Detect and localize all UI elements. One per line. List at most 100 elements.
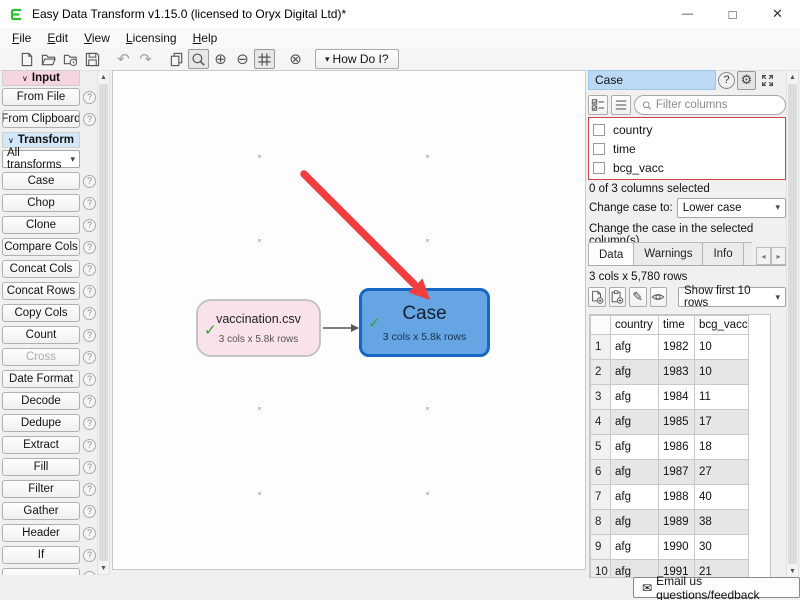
menu-item-licensing[interactable]: Licensing — [118, 29, 185, 47]
data-cell[interactable]: 1987 — [659, 460, 695, 485]
zoom-in-icon[interactable]: ⊕ — [210, 49, 231, 69]
transform-filter-dropdown[interactable]: All transforms ▾ — [2, 150, 80, 168]
pan-zoom-icon[interactable] — [188, 49, 209, 69]
panel-scrollbar[interactable]: ▲ ▼ — [786, 70, 799, 578]
row-number-cell[interactable]: 7 — [591, 485, 611, 510]
data-cell[interactable]: 40 — [695, 485, 749, 510]
data-cell[interactable]: afg — [611, 460, 659, 485]
help-icon[interactable]: ? — [83, 417, 96, 430]
tab-scroll-left-icon[interactable]: ◂ — [756, 247, 771, 265]
help-icon[interactable]: ? — [83, 285, 96, 298]
new-file-icon[interactable] — [16, 49, 37, 69]
data-cell[interactable]: 1990 — [659, 535, 695, 560]
save-icon[interactable] — [82, 49, 103, 69]
column-header-country[interactable]: country — [611, 316, 659, 335]
minimize-icon[interactable]: — — [665, 0, 710, 28]
transform-item-button[interactable]: Chop — [2, 194, 80, 212]
undo-icon[interactable]: ↶ — [113, 49, 134, 69]
data-cell[interactable]: afg — [611, 560, 659, 579]
data-cell[interactable]: afg — [611, 410, 659, 435]
show-rows-dropdown[interactable]: Show first 10 rows ▾ — [678, 287, 786, 307]
help-icon[interactable]: ? — [83, 91, 96, 104]
column-list-item[interactable]: country — [593, 120, 785, 139]
data-cell[interactable]: 1982 — [659, 335, 695, 360]
cancel-icon[interactable]: ⊗ — [285, 49, 306, 69]
open-file-icon[interactable] — [38, 49, 59, 69]
data-cell[interactable]: afg — [611, 485, 659, 510]
filter-columns-input[interactable] — [656, 99, 778, 111]
data-cell[interactable]: 10 — [695, 335, 749, 360]
row-number-cell[interactable]: 2 — [591, 360, 611, 385]
menu-item-help[interactable]: Help — [185, 29, 226, 47]
data-cell[interactable]: afg — [611, 435, 659, 460]
eye-icon[interactable] — [650, 287, 668, 307]
maximize-icon[interactable]: □ — [710, 0, 755, 28]
data-cell[interactable]: 1985 — [659, 410, 695, 435]
help-icon[interactable]: ? — [83, 527, 96, 540]
data-cell[interactable]: 18 — [695, 435, 749, 460]
row-number-cell[interactable]: 8 — [591, 510, 611, 535]
row-number-cell[interactable]: 9 — [591, 535, 611, 560]
list-view-icon[interactable] — [611, 95, 631, 115]
transform-item-button[interactable]: Case — [2, 172, 80, 190]
help-icon[interactable]: ? — [83, 351, 96, 364]
scrollbar-thumb[interactable] — [788, 84, 797, 564]
input-item-button[interactable]: From Clipboard — [2, 110, 80, 128]
transform-item-button[interactable]: Concat Cols — [2, 260, 80, 278]
scroll-up-icon[interactable]: ▲ — [98, 71, 109, 83]
help-icon[interactable]: ? — [83, 395, 96, 408]
data-cell[interactable]: 1984 — [659, 385, 695, 410]
help-icon[interactable]: ? — [718, 72, 735, 89]
select-columns-icon[interactable] — [588, 95, 608, 115]
help-icon[interactable]: ? — [83, 219, 96, 232]
data-cell[interactable]: 1986 — [659, 435, 695, 460]
transform-item-button[interactable]: Concat Rows — [2, 282, 80, 300]
data-cell[interactable]: 10 — [695, 360, 749, 385]
help-icon[interactable]: ? — [83, 307, 96, 320]
transform-item-button[interactable]: Extract — [2, 436, 80, 454]
duplicate-icon[interactable] — [166, 49, 187, 69]
help-icon[interactable]: ? — [83, 329, 96, 342]
column-header-time[interactable]: time — [659, 316, 695, 335]
data-cell[interactable]: 17 — [695, 410, 749, 435]
export-file-icon[interactable] — [588, 287, 606, 307]
change-case-dropdown[interactable]: Lower case ▾ — [677, 198, 786, 218]
tab-scroll-right-icon[interactable]: ▸ — [771, 247, 786, 265]
help-icon[interactable]: ? — [83, 241, 96, 254]
column-list-item[interactable]: bcg_vacc — [593, 158, 785, 177]
input-section-header[interactable]: ∨ Input — [2, 70, 80, 86]
row-number-cell[interactable]: 3 — [591, 385, 611, 410]
transform-item-button[interactable]: Header — [2, 524, 80, 542]
menu-item-view[interactable]: View — [76, 29, 118, 47]
column-header-bcg_vacc[interactable]: bcg_vacc — [695, 316, 749, 335]
open-recent-icon[interactable] — [60, 49, 81, 69]
checkbox-unchecked[interactable] — [593, 143, 605, 155]
help-icon[interactable]: ? — [83, 263, 96, 276]
transform-item-button[interactable]: Dedupe — [2, 414, 80, 432]
tab-comments[interactable]: Comments — [743, 242, 752, 265]
transform-item-button[interactable]: Decode — [2, 392, 80, 410]
transform-item-button[interactable]: Gather — [2, 502, 80, 520]
data-cell[interactable]: 1988 — [659, 485, 695, 510]
transform-item-button[interactable]: Count — [2, 326, 80, 344]
transform-item-button[interactable]: If — [2, 546, 80, 564]
data-cell[interactable]: 30 — [695, 535, 749, 560]
help-icon[interactable]: ? — [83, 175, 96, 188]
data-cell[interactable]: afg — [611, 510, 659, 535]
zoom-out-icon[interactable]: ⊖ — [232, 49, 253, 69]
row-number-cell[interactable]: 10 — [591, 560, 611, 579]
data-cell[interactable]: 1989 — [659, 510, 695, 535]
email-feedback-button[interactable]: ✉ Email us questions/feedback — [633, 577, 800, 598]
sidebar-scrollbar[interactable]: ▲ ▼ — [97, 70, 110, 575]
menu-item-edit[interactable]: Edit — [39, 29, 76, 47]
scrollbar-thumb[interactable] — [99, 84, 108, 561]
menu-item-file[interactable]: File — [4, 29, 39, 47]
checkbox-unchecked[interactable] — [593, 124, 605, 136]
data-cell[interactable]: afg — [611, 360, 659, 385]
tab-info[interactable]: Info — [702, 242, 743, 265]
help-icon[interactable]: ? — [83, 113, 96, 126]
transform-item-button[interactable]: Fill — [2, 458, 80, 476]
scroll-up-icon[interactable]: ▲ — [787, 71, 798, 83]
column-list-item[interactable]: time — [593, 139, 785, 158]
help-icon[interactable]: ? — [83, 483, 96, 496]
